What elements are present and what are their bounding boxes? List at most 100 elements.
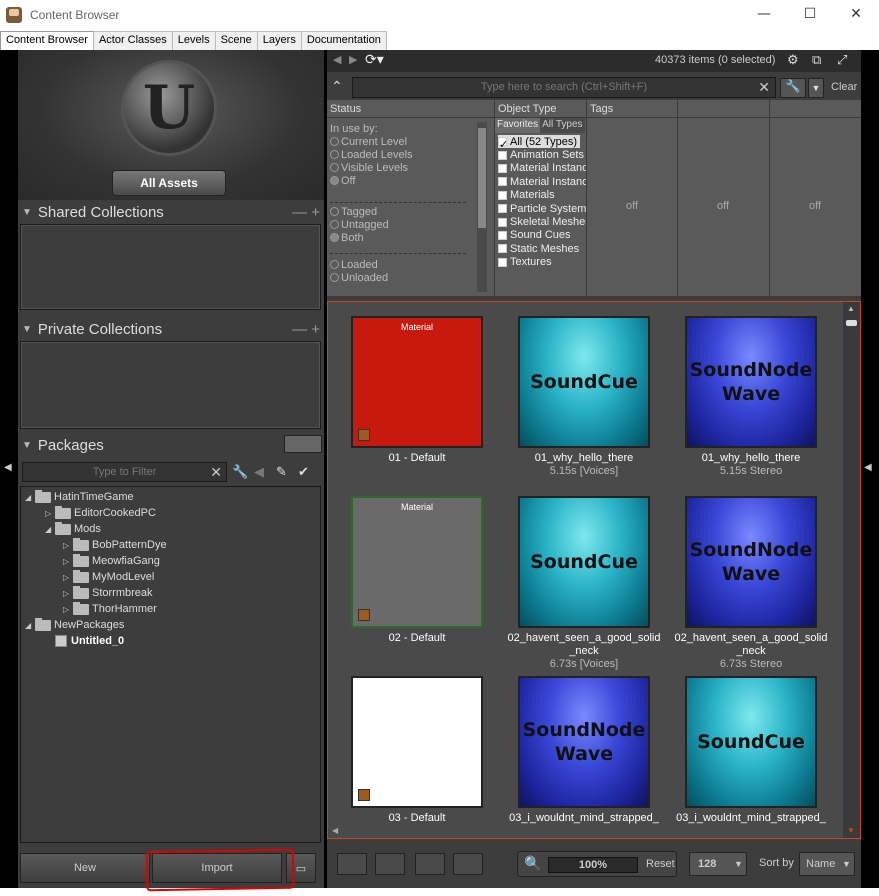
scroll-up-icon[interactable]: ▲ <box>847 304 855 313</box>
tree-item-mymodlevel[interactable]: ▷ MyModLevel <box>63 569 154 585</box>
view-thumbnails-icon[interactable] <box>453 853 483 875</box>
radio-loaded-levels[interactable]: Loaded Levels <box>330 148 494 161</box>
search-options-icon[interactable]: 🔧 <box>780 78 806 98</box>
tree-item-editorcookedpc[interactable]: ▷ EditorCookedPC <box>45 505 156 521</box>
asset-tile[interactable]: SoundNode Wave 01_why_hello_there 5.15s S… <box>665 302 829 480</box>
refresh-icon[interactable]: ⟳▾ <box>365 51 384 68</box>
type-sound-cues[interactable]: Sound Cues <box>498 229 586 242</box>
soundcue-thumbnail[interactable]: SoundCue <box>518 316 650 448</box>
tree-item-mods[interactable]: ◢ Mods <box>45 521 101 537</box>
type-material-instances-2[interactable]: Material Instances <box>498 175 586 188</box>
expand-icon[interactable]: ▷ <box>63 557 73 566</box>
toolbar-popout-icon[interactable]: ⤢ <box>837 52 847 68</box>
radio-both[interactable]: Both <box>330 231 494 244</box>
collapse-triangle-icon[interactable]: ▼ <box>22 207 32 218</box>
tab-scene[interactable]: Scene <box>214 31 258 50</box>
type-static-meshes[interactable]: Static Meshes <box>498 242 586 255</box>
collapse-right-icon[interactable]: ◀ <box>864 462 872 473</box>
expand-icon[interactable]: ▷ <box>63 589 73 598</box>
sort-select[interactable]: Name ▼ <box>799 852 855 876</box>
expand-icon[interactable]: ▷ <box>63 541 73 550</box>
forward-arrow-icon[interactable]: ▶ <box>349 53 357 66</box>
pencil-icon[interactable]: ✎ <box>276 464 287 480</box>
tree-item-untitled-0[interactable]: Untitled_0 <box>45 633 124 649</box>
radio-loaded[interactable]: Loaded <box>330 258 494 271</box>
scrollbar-thumb[interactable] <box>478 128 486 228</box>
tree-item-hatintimegame[interactable]: ◢ HatinTimeGame <box>25 489 134 505</box>
expand-icon[interactable]: ◢ <box>45 525 55 534</box>
soundnodewave-thumbnail[interactable]: SoundNode Wave <box>685 316 817 448</box>
expand-icon[interactable]: ▷ <box>63 573 73 582</box>
wrench-icon[interactable]: 🔧 <box>232 464 248 480</box>
add-collection-icon[interactable]: — + <box>292 204 320 221</box>
expand-icon[interactable]: ◢ <box>25 493 35 502</box>
asset-tile[interactable]: SoundCue 02_havent_seen_a_good_solid _ne… <box>498 482 662 670</box>
toolbar-window-icon[interactable]: ⧉ <box>812 52 821 68</box>
asset-tile[interactable]: SoundNode Wave 03_i_wouldnt_mind_strappe… <box>498 662 662 838</box>
tree-item-storrmbreak[interactable]: ▷ Storrmbreak <box>63 585 153 601</box>
zoom-control[interactable]: 🔍 100% Reset <box>517 851 677 877</box>
zoom-reset-button[interactable]: Reset <box>646 858 675 870</box>
expand-icon[interactable]: ▷ <box>63 605 73 614</box>
tree-item-bobpatterndye[interactable]: ▷ BobPatternDye <box>63 537 167 553</box>
all-assets-button[interactable]: All Assets <box>112 170 226 196</box>
asset-tile[interactable]: Material 01 - Default <box>331 302 495 480</box>
type-material-instances[interactable]: Material Instances <box>498 162 586 175</box>
asset-tile[interactable]: 03 - Default <box>331 662 495 838</box>
package-filter-input[interactable]: Type to Filter ✕ <box>22 462 227 482</box>
soundnodewave-thumbnail[interactable]: SoundNode Wave <box>685 496 817 628</box>
expand-icon[interactable]: ▷ <box>45 509 55 518</box>
zoom-value[interactable]: 100% <box>548 857 638 873</box>
back-arrow-icon[interactable]: ◀ <box>333 53 341 66</box>
view-split-icon[interactable] <box>375 853 405 875</box>
radio-unloaded[interactable]: Unloaded <box>330 271 494 284</box>
clear-button[interactable]: Clear <box>831 81 857 93</box>
type-textures[interactable]: Textures <box>498 256 586 269</box>
tree-item-thorhammer[interactable]: ▷ ThorHammer <box>63 601 157 617</box>
type-materials[interactable]: Materials <box>498 189 586 202</box>
tab-layers[interactable]: Layers <box>256 31 302 50</box>
asset-tile[interactable]: Material 02 - Default <box>331 482 495 660</box>
tab-documentation[interactable]: Documentation <box>300 31 387 50</box>
tab-content-browser[interactable]: Content Browser <box>0 31 94 50</box>
scroll-left-icon[interactable]: ◀ <box>332 826 338 835</box>
maximize-button[interactable]: ☐ <box>787 0 833 28</box>
private-collections-header[interactable]: ▼ Private Collections — + <box>18 319 324 339</box>
soundcue-thumbnail[interactable]: SoundCue <box>685 676 817 808</box>
asset-tile[interactable]: SoundCue 01_why_hello_there 5.15s [Voices… <box>498 302 662 480</box>
type-skeletal-meshes[interactable]: Skeletal Meshes <box>498 215 586 228</box>
radio-tagged[interactable]: Tagged <box>330 205 494 218</box>
minimize-button[interactable]: — <box>741 0 787 28</box>
tree-item-meowfiagang[interactable]: ▷ MeowfiaGang <box>63 553 160 569</box>
tab-levels[interactable]: Levels <box>171 31 216 50</box>
radio-visible-levels[interactable]: Visible Levels <box>330 161 494 174</box>
shared-collections-header[interactable]: ▼ Shared Collections — + <box>18 202 324 222</box>
tab-actor-classes[interactable]: Actor Classes <box>92 31 173 50</box>
expand-icon[interactable]: ◢ <box>25 621 35 630</box>
view-grid-icon[interactable] <box>415 853 445 875</box>
new-button[interactable]: New <box>20 853 150 883</box>
list-view-toggle-icon[interactable] <box>284 435 322 453</box>
clear-search-icon[interactable]: ✕ <box>758 78 770 97</box>
radio-untagged[interactable]: Untagged <box>330 218 494 231</box>
all-types-tab[interactable]: All Types <box>540 118 585 133</box>
soundcue-thumbnail[interactable]: SoundCue <box>518 496 650 628</box>
type-animation-sets[interactable]: Animation Sets <box>498 148 586 161</box>
radio-current-level[interactable]: Current Level <box>330 135 494 148</box>
material-thumbnail[interactable] <box>351 676 483 808</box>
packages-header[interactable]: ▼ Packages <box>18 435 324 455</box>
collapse-triangle-icon[interactable]: ▼ <box>22 440 32 451</box>
asset-tile[interactable]: SoundNode Wave 02_havent_seen_a_good_sol… <box>665 482 829 670</box>
collapse-filter-icon[interactable]: ⌃ <box>331 78 343 95</box>
close-button[interactable]: ✕ <box>833 0 879 28</box>
scroll-down-icon[interactable]: ▼ <box>847 826 855 835</box>
view-list-icon[interactable] <box>337 853 367 875</box>
checkmark-icon[interactable]: ✔ <box>298 464 309 480</box>
type-all[interactable]: ✓ All (52 Types) <box>498 135 580 149</box>
search-dropdown-icon[interactable]: ▼ <box>808 78 824 98</box>
radio-off[interactable]: Off <box>330 174 494 187</box>
material-thumbnail[interactable]: Material <box>351 316 483 448</box>
thumbnail-size-select[interactable]: 128 ▼ <box>689 852 747 876</box>
toolbar-grid-icon[interactable]: ⚙ <box>787 52 799 68</box>
collapse-left-icon[interactable]: ◀ <box>4 462 12 473</box>
